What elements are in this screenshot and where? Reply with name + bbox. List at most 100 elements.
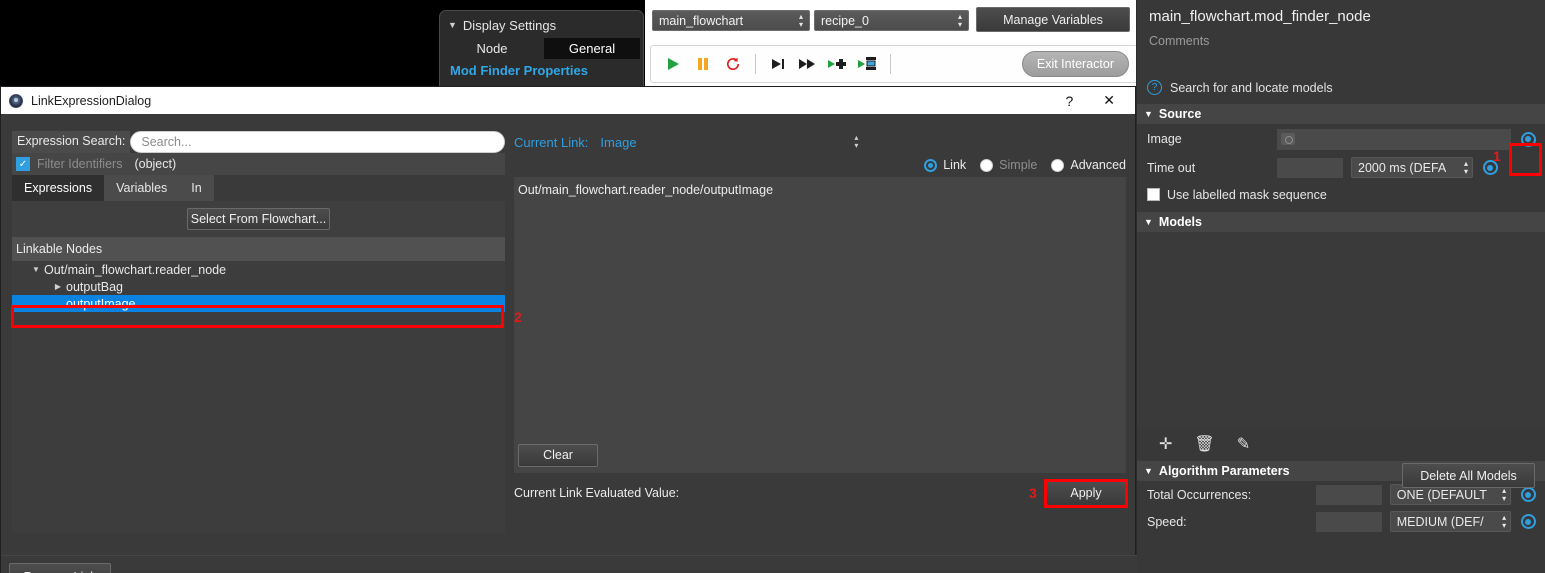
image-field[interactable] — [1276, 128, 1512, 150]
link-expression-dialog: LinkExpressionDialog ? ✕ Expression Sear… — [0, 86, 1137, 573]
radio-advanced-label: Advanced — [1070, 158, 1126, 172]
use-labelled-mask-label: Use labelled mask sequence — [1167, 187, 1327, 202]
total-occurrences-input[interactable] — [1316, 484, 1382, 505]
display-settings-label: Display Settings — [462, 18, 557, 33]
tree-item-outputBag-label: outputBag — [66, 279, 123, 294]
radio-link-label: Link — [943, 158, 967, 172]
chevron-down-icon[interactable]: ▼ — [28, 265, 44, 274]
annotation-number-2: 2 — [514, 309, 522, 325]
row-timeout: Time out 2000 ms (DEFA ▴ ▾ — [1137, 154, 1545, 181]
step-into-button[interactable] — [824, 50, 852, 78]
linkable-nodes-tree[interactable]: ▼ Out/main_flowchart.reader_node ▶ outpu… — [12, 261, 505, 533]
section-header-models[interactable]: ▼ Models — [1137, 212, 1545, 232]
models-list[interactable] — [1137, 232, 1545, 428]
exit-interactor-button[interactable]: Exit Interactor — [1021, 51, 1129, 77]
flowchart-select[interactable]: main_flowchart ▴ ▾ — [652, 10, 810, 31]
annotation-number-1: 1 — [1493, 148, 1501, 164]
reset-button[interactable] — [719, 50, 747, 78]
image-link-button[interactable] — [1520, 131, 1536, 147]
section-header-source[interactable]: ▼ Source — [1137, 104, 1545, 124]
timeout-combo-value: 2000 ms (DEFA — [1358, 160, 1447, 175]
help-icon[interactable]: ? — [1065, 93, 1073, 109]
row-image: Image — [1137, 124, 1545, 154]
radio-link[interactable] — [924, 158, 938, 172]
speed-combo[interactable]: MEDIUM (DEF/ ▴ ▾ — [1389, 511, 1512, 532]
expression-search-row: Expression Search: — [12, 131, 505, 153]
total-occurrences-link-button[interactable] — [1520, 487, 1536, 502]
radio-advanced[interactable] — [1051, 158, 1065, 172]
tree-item-outputImage[interactable]: outputImage — [12, 295, 505, 312]
expression-text: Out/main_flowchart.reader_node/outputIma… — [518, 183, 774, 197]
dialog-title-bar[interactable]: LinkExpressionDialog ? ✕ — [1, 87, 1135, 114]
chevron-updown-icon: ▴ ▾ — [1502, 512, 1507, 530]
delete-all-models-button[interactable]: Delete All Models — [1402, 463, 1535, 488]
plus-icon[interactable]: ✛ — [1159, 434, 1172, 454]
row-use-labelled-mask: Use labelled mask sequence — [1137, 181, 1545, 208]
section-header-models-label: Models — [1158, 215, 1202, 229]
player-toolbar: Exit Interactor — [650, 45, 1138, 83]
close-icon[interactable]: ✕ — [1103, 92, 1115, 109]
dialog-tabs: Expressions Variables In — [12, 175, 505, 201]
dialog-left-pane: Expression Search: ✓ Filter Identifiers … — [12, 131, 505, 535]
step-over-button[interactable] — [764, 50, 792, 78]
remove-link-button[interactable]: Remove Link — [9, 563, 111, 573]
toolbar-separator — [890, 54, 891, 74]
search-input[interactable] — [130, 131, 505, 153]
play-button[interactable] — [659, 50, 687, 78]
expressions-tab-content: Select From Flowchart... — [12, 201, 505, 237]
timeout-input[interactable] — [1277, 157, 1343, 178]
tree-item-outputBag[interactable]: ▶ outputBag — [12, 278, 505, 295]
radio-simple-label: Simple — [999, 158, 1038, 172]
timeout-label: Time out — [1147, 160, 1196, 175]
total-occurrences-combo-value: ONE (DEFAULT — [1396, 487, 1487, 502]
flowchart-select-value: main_flowchart — [659, 13, 744, 28]
trash-icon[interactable]: 🗑 — [1194, 434, 1214, 454]
expression-search-label: Expression Search: — [12, 131, 131, 153]
tab-expressions[interactable]: Expressions — [12, 175, 105, 201]
timeout-combo[interactable]: 2000 ms (DEFA ▴ ▾ — [1351, 157, 1473, 178]
step-out-button[interactable] — [854, 50, 882, 78]
dialog-title-text: LinkExpressionDialog — [31, 93, 152, 108]
recipe-select[interactable]: recipe_0 ▴ ▾ — [814, 10, 969, 31]
speed-input[interactable] — [1316, 511, 1382, 532]
pencil-icon[interactable]: ✎ — [1237, 434, 1250, 454]
comments-placeholder[interactable]: Comments — [1137, 25, 1545, 48]
properties-panel: main_flowchart.mod_finder_node Comments … — [1136, 0, 1545, 573]
step-forward-button[interactable] — [794, 50, 822, 78]
filter-identifiers-checkbox[interactable]: ✓ — [16, 157, 30, 171]
tree-item-reader-node[interactable]: ▼ Out/main_flowchart.reader_node — [12, 261, 505, 278]
pause-button[interactable] — [689, 50, 717, 78]
current-link-combo[interactable]: Image ▴ ▾ — [598, 131, 859, 153]
select-from-flowchart-button[interactable]: Select From Flowchart... — [187, 208, 330, 230]
expression-editor[interactable]: Out/main_flowchart.reader_node/outputIma… — [514, 177, 1126, 437]
use-labelled-mask-checkbox[interactable] — [1147, 188, 1160, 201]
camera-icon — [1280, 133, 1295, 145]
speed-link-button[interactable] — [1520, 514, 1536, 529]
toolbar-separator — [755, 54, 756, 74]
page-title: main_flowchart.mod_finder_node — [1149, 8, 1371, 25]
tab-node[interactable]: Node — [440, 41, 544, 56]
image-label: Image — [1147, 132, 1182, 146]
question-circle-icon: ? — [1147, 80, 1162, 95]
chevron-right-icon[interactable]: ▶ — [50, 282, 66, 291]
linkable-nodes-header: Linkable Nodes — [12, 237, 505, 261]
current-link-row: Current Link: Image ▴ ▾ — [514, 131, 1126, 153]
tab-variables[interactable]: Variables — [104, 175, 180, 201]
dialog-body: Expression Search: ✓ Filter Identifiers … — [1, 114, 1137, 573]
display-settings-title[interactable]: ▼ Display Settings — [440, 15, 643, 35]
apply-button[interactable]: Apply — [1046, 480, 1126, 506]
chevron-down-icon: ▼ — [448, 20, 457, 30]
radio-simple[interactable] — [980, 158, 994, 172]
mod-finder-properties-link[interactable]: Mod Finder Properties — [440, 59, 643, 78]
current-link-value: Image — [600, 134, 637, 150]
node-hint-text: Search for and locate models — [1170, 80, 1333, 95]
tab-in[interactable]: In — [179, 175, 214, 201]
manage-variables-button[interactable]: Manage Variables — [976, 7, 1130, 32]
dialog-footer: Remove Link — [1, 555, 1137, 573]
tab-general[interactable]: General — [544, 38, 640, 59]
clear-button[interactable]: Clear — [518, 443, 598, 467]
display-settings-tabs: Node General — [440, 38, 643, 59]
dialog-right-pane: Current Link: Image ▴ ▾ Link Simple Advan… — [514, 131, 1126, 535]
chevron-updown-icon: ▴ ▾ — [854, 133, 859, 150]
total-occurrences-label: Total Occurrences: — [1147, 487, 1252, 502]
